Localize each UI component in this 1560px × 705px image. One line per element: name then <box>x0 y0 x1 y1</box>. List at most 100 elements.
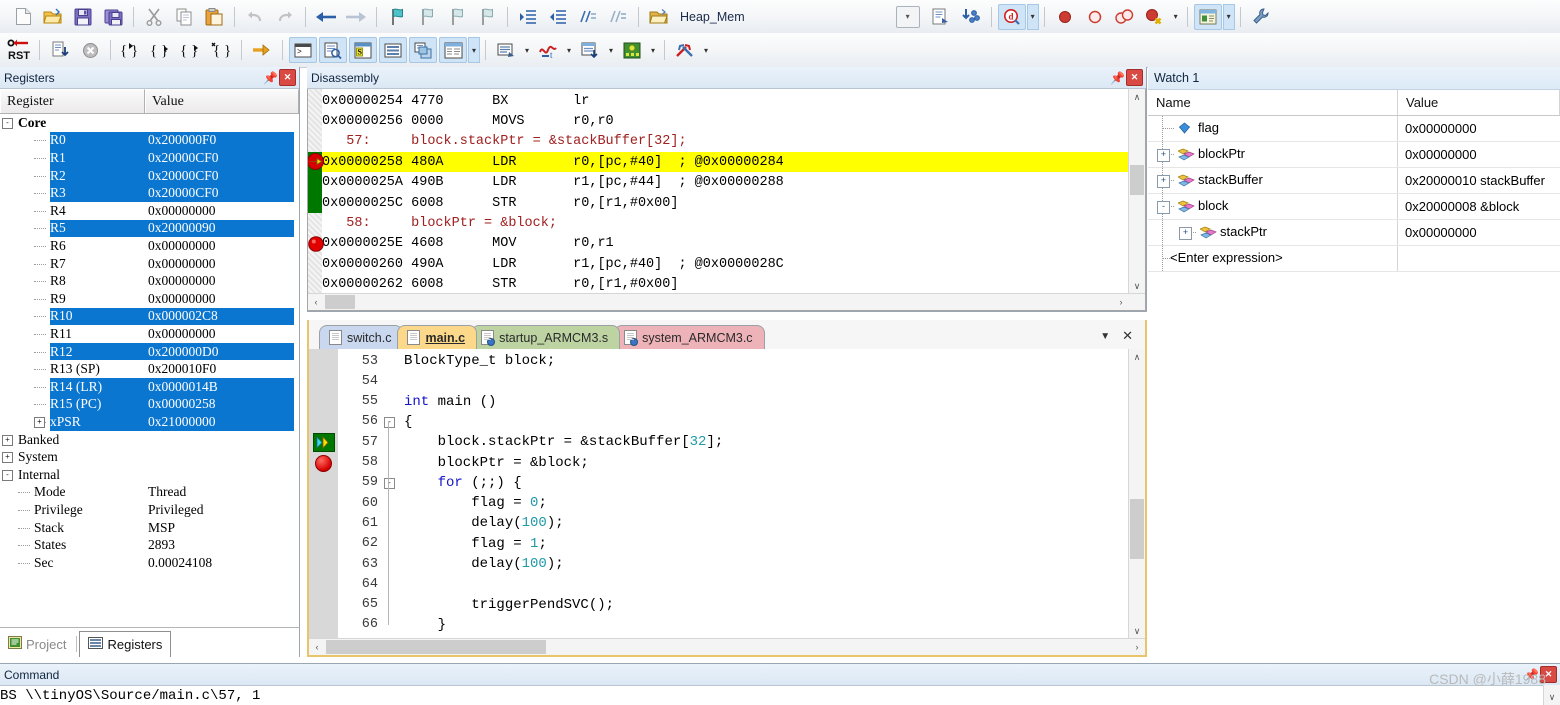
watch-rows-container[interactable]: flag 0x00000000 + blockPtr 0x00000000 + stackB… <box>1148 116 1560 272</box>
command-window-icon[interactable]: > <box>289 37 317 63</box>
editor-tab-main-c[interactable]: main.c <box>397 325 478 349</box>
watch-value-cell[interactable]: 0x00000000 <box>1398 220 1560 245</box>
watch-name-cell[interactable]: - block <box>1148 194 1398 219</box>
target-combo-value[interactable]: Heap_Mem <box>674 10 751 24</box>
editor-code-line[interactable]: 57 block.stackPtr = &stackBuffer[32]; <box>338 432 1129 452</box>
scroll-right-icon[interactable]: › <box>1113 294 1129 310</box>
editor-code-line[interactable]: 61 delay(100); <box>338 513 1129 533</box>
debug-dropdown-arrow[interactable]: ▾ <box>1026 3 1039 30</box>
editor-tab-system-armcm3-c[interactable]: system_ARMCM3.c <box>614 325 765 349</box>
editor-horizontal-scrollbar[interactable]: ‹ › <box>309 638 1145 655</box>
register-row[interactable]: R14 (LR) 0x0000014B <box>0 378 299 396</box>
bookmark-clear-icon[interactable] <box>473 4 501 30</box>
editor-tab-switch-c[interactable]: switch.c <box>319 325 404 349</box>
watch-expander[interactable]: - <box>1157 201 1170 214</box>
pin-icon[interactable]: 📌 <box>1110 71 1125 85</box>
insert-breakpoint-icon[interactable] <box>1051 4 1079 30</box>
cut-icon[interactable] <box>140 4 168 30</box>
scroll-thumb-h[interactable] <box>326 640 546 654</box>
command-output-text[interactable]: BS \\tinyOS\Source/main.c\57, 1 <box>0 686 1560 704</box>
toolbox-dropdown-arrow[interactable]: ▾ <box>700 37 712 63</box>
code-fold-toggle[interactable]: - <box>384 477 395 489</box>
toolbox-icon[interactable] <box>671 37 699 63</box>
scroll-up-icon[interactable]: ∧ <box>1129 89 1145 105</box>
scroll-thumb[interactable] <box>1130 499 1144 559</box>
register-row[interactable]: - Core <box>0 114 299 132</box>
register-row[interactable]: R3 0x20000CF0 <box>0 184 299 202</box>
disassembly-instruction-line[interactable]: 0x00000262 6008 STR r0,[r1,#0x00] <box>322 275 1129 295</box>
editor-code-line[interactable]: 53 BlockType_t block; <box>338 351 1129 371</box>
editor-vertical-scrollbar[interactable]: ∧ ∨ <box>1128 349 1145 639</box>
disable-all-breakpoints-icon[interactable] <box>1111 4 1139 30</box>
register-row[interactable]: - Internal <box>0 466 299 484</box>
tree-expander[interactable]: + <box>2 452 13 464</box>
watch-expander[interactable]: + <box>1157 175 1170 188</box>
save-all-icon[interactable] <box>99 4 127 30</box>
register-row[interactable]: R10 0x000002C8 <box>0 308 299 326</box>
editor-gutter[interactable] <box>309 349 338 639</box>
start-stop-debug-icon[interactable]: d <box>997 3 1026 30</box>
analysis-dropdown-arrow[interactable]: ▾ <box>605 37 617 63</box>
register-row[interactable]: R2 0x20000CF0 <box>0 167 299 185</box>
bookmark-toggle-icon[interactable] <box>383 4 411 30</box>
disassembly-instruction-line[interactable]: 0x00000258 480A LDR r0,[pc,#40] ; @0x000… <box>322 152 1129 173</box>
watch-dropdown-arrow[interactable]: ▾ <box>468 37 480 63</box>
registers-window-icon[interactable] <box>379 37 407 63</box>
bookmark-next-icon[interactable] <box>443 4 471 30</box>
serial-dropdown-arrow[interactable]: ▾ <box>563 37 575 63</box>
open-file-icon[interactable] <box>39 4 67 30</box>
scroll-thumb[interactable] <box>1130 165 1144 195</box>
step-into-icon[interactable]: { } <box>117 37 145 63</box>
step-out-icon[interactable]: { } <box>177 37 205 63</box>
memory-window-icon[interactable] <box>492 37 520 63</box>
disassembly-instruction-line[interactable]: 0x0000025E 4608 MOV r0,r1 <box>322 234 1129 254</box>
scroll-left-icon[interactable]: ‹ <box>308 294 324 310</box>
watch-expander[interactable]: + <box>1157 149 1170 162</box>
register-row[interactable]: R7 0x00000000 <box>0 255 299 273</box>
manage-components-icon[interactable] <box>957 4 985 30</box>
close-tab-icon[interactable]: ✕ <box>1122 328 1133 344</box>
register-row[interactable]: R4 0x00000000 <box>0 202 299 220</box>
register-row[interactable]: R0 0x200000F0 <box>0 132 299 150</box>
editor-code-line[interactable]: 63 delay(100); <box>338 554 1129 574</box>
watch-row[interactable]: + stackPtr 0x00000000 <box>1148 220 1560 246</box>
breakpoints-dropdown-arrow[interactable]: ▾ <box>1170 4 1182 30</box>
scroll-down-icon[interactable]: ∨ <box>1129 278 1145 294</box>
redo-icon[interactable] <box>271 4 299 30</box>
serial-window-icon[interactable]: t <box>534 37 562 63</box>
tab-list-icon[interactable]: ▼ <box>1100 331 1110 342</box>
breakpoint-marker[interactable] <box>308 235 324 252</box>
disassembly-instruction-line[interactable]: 0x00000260 490A LDR r1,[pc,#40] ; @0x000… <box>322 254 1129 274</box>
step-over-icon[interactable]: { } <box>147 37 175 63</box>
disassembly-code-area[interactable]: 0x00000254 4770 BX lr 0x00000256 0000 MOV… <box>307 89 1146 311</box>
scroll-down-icon[interactable]: ∨ <box>1544 689 1560 705</box>
watch-name-cell[interactable]: + stackBuffer <box>1148 168 1398 193</box>
close-icon[interactable]: ✕ <box>279 69 296 86</box>
editor-code-line[interactable]: 58 blockPtr = &block; <box>338 453 1129 473</box>
watch-row[interactable]: flag 0x00000000 <box>1148 116 1560 142</box>
save-icon[interactable] <box>69 4 97 30</box>
watch-window-icon[interactable] <box>439 37 467 63</box>
navigate-back-icon[interactable] <box>312 4 340 30</box>
register-row[interactable]: Mode Thread <box>0 484 299 502</box>
analysis-window-icon[interactable] <box>576 37 604 63</box>
watch-row[interactable]: + stackBuffer 0x20000010 stackBuffer <box>1148 168 1560 194</box>
register-row[interactable]: R13 (SP) 0x200010F0 <box>0 360 299 378</box>
disable-breakpoint-icon[interactable] <box>1081 4 1109 30</box>
register-row[interactable]: R1 0x20000CF0 <box>0 149 299 167</box>
kill-all-breakpoints-icon[interactable] <box>1141 4 1169 30</box>
watch-value-cell[interactable]: 0x20000010 stackBuffer <box>1398 168 1560 193</box>
disassembly-horizontal-scrollbar[interactable]: ‹ › <box>308 293 1145 310</box>
register-row[interactable]: + System <box>0 448 299 466</box>
editor-code-line[interactable]: 60 flag = 0; <box>338 493 1129 513</box>
target-options-icon[interactable] <box>927 4 955 30</box>
disassembly-instruction-line[interactable]: 0x00000254 4770 BX lr <box>322 91 1129 111</box>
editor-code-line[interactable]: 59 for (;;) { <box>338 473 1129 493</box>
tab-project[interactable]: Project <box>0 631 74 657</box>
watch-value-cell[interactable]: 0x00000000 <box>1398 116 1560 141</box>
target-combo-dropdown[interactable]: ▾ <box>895 5 920 28</box>
editor-code-line[interactable]: 54 <box>338 371 1129 391</box>
scroll-down-icon[interactable]: ∨ <box>1129 623 1145 639</box>
register-row[interactable]: Stack MSP <box>0 519 299 537</box>
watch-name-cell[interactable]: flag <box>1148 116 1398 141</box>
